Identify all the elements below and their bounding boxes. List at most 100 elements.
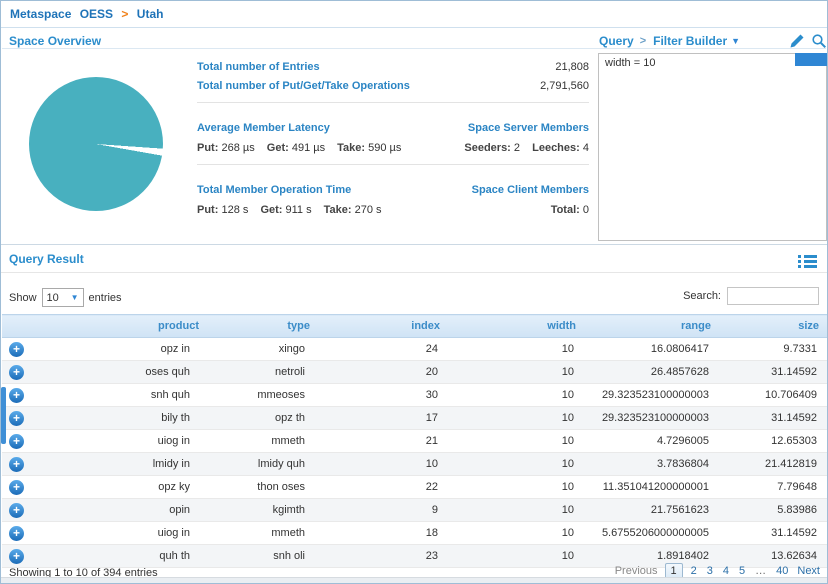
filter-builder-dropdown[interactable]: Filter Builder xyxy=(653,34,727,48)
cell-width: 10 xyxy=(449,522,585,545)
query-panel-header: Query > Filter Builder ▼ xyxy=(599,33,827,49)
expand-row-button[interactable]: + xyxy=(9,365,24,380)
breadcrumb-metaspace-label: Metaspace xyxy=(10,7,71,21)
expand-cell: + xyxy=(2,476,32,499)
page-size-select[interactable]: 10 ▼ xyxy=(42,288,84,307)
cell-width: 10 xyxy=(449,476,585,499)
cell-type: netroli xyxy=(208,361,319,384)
column-header-width[interactable]: width xyxy=(449,315,585,338)
entries-stat: Total number of Entries 21,808 xyxy=(197,57,589,76)
column-header-range[interactable]: range xyxy=(585,315,720,338)
query-result-title: Query Result xyxy=(9,252,84,266)
expand-row-button[interactable]: + xyxy=(9,411,24,426)
cell-width: 10 xyxy=(449,430,585,453)
operations-label: Total number of Put/Get/Take Operations xyxy=(197,80,410,92)
column-header-index[interactable]: index xyxy=(319,315,449,338)
breadcrumb-space-link[interactable]: OESS xyxy=(80,7,113,21)
horizontal-scrollbar-track[interactable] xyxy=(1,577,827,583)
cell-type: kgimth xyxy=(208,499,319,522)
expand-row-button[interactable]: + xyxy=(9,342,24,357)
stats-divider xyxy=(197,164,589,165)
expand-cell: + xyxy=(2,361,32,384)
cell-type: lmidy quh xyxy=(208,453,319,476)
cell-size: 5.83986 xyxy=(720,499,828,522)
latency-take-label: Take: xyxy=(337,142,365,154)
cell-index: 21 xyxy=(319,430,449,453)
expand-cell: + xyxy=(2,384,32,407)
chevron-down-icon[interactable]: ▼ xyxy=(731,36,740,46)
entries-suffix-label: entries xyxy=(89,292,122,304)
table-header-row: producttypeindexwidthrangesize xyxy=(2,315,828,338)
leeches-value: 4 xyxy=(583,142,589,154)
query-text-area[interactable]: width = 10 xyxy=(598,53,827,241)
cell-product: opz in xyxy=(32,338,208,361)
expand-row-button[interactable]: + xyxy=(9,503,24,518)
expand-row-button[interactable]: + xyxy=(9,457,24,472)
query-scrollbar-thumb[interactable] xyxy=(795,53,827,66)
search-icon[interactable] xyxy=(811,33,827,49)
expand-cell: + xyxy=(2,338,32,361)
list-icon[interactable] xyxy=(798,254,817,269)
operations-stat: Total number of Put/Get/Take Operations … xyxy=(197,76,589,95)
cell-width: 10 xyxy=(449,545,585,568)
cell-type: opz th xyxy=(208,407,319,430)
breadcrumb-separator-icon: > xyxy=(121,7,128,21)
cell-type: mmeth xyxy=(208,430,319,453)
optime-client-headings: Total Member Operation Time Space Client… xyxy=(197,175,589,199)
breadcrumb-member-link[interactable]: Utah xyxy=(137,7,164,21)
cell-size: 31.14592 xyxy=(720,522,828,545)
expand-row-button[interactable]: + xyxy=(9,526,24,541)
cell-range: 26.4857628 xyxy=(585,361,720,384)
edit-icon[interactable] xyxy=(789,33,805,49)
page-size-control: Show 10 ▼ entries xyxy=(9,288,122,307)
pagination-next-button[interactable]: Next xyxy=(797,565,820,577)
optime-put-value: 128 s xyxy=(221,204,248,216)
query-result-table: producttypeindexwidthrangesize +opz inxi… xyxy=(2,314,828,568)
search-input[interactable] xyxy=(727,287,819,305)
cell-type: mmeoses xyxy=(208,384,319,407)
column-header-size[interactable]: size xyxy=(720,315,828,338)
stats-divider xyxy=(197,102,589,103)
cell-size: 10.706409 xyxy=(720,384,828,407)
expand-cell: + xyxy=(2,499,32,522)
expand-row-button[interactable]: + xyxy=(9,388,24,403)
optime-take-value: 270 s xyxy=(355,204,382,216)
page-size-value: 10 xyxy=(47,292,59,304)
server-members-values: Seeders: 2 Leeches: 4 xyxy=(464,139,589,157)
cell-size: 21.412819 xyxy=(720,453,828,476)
cell-type: thon oses xyxy=(208,476,319,499)
seeders-label: Seeders: xyxy=(464,142,510,154)
table-row: +opinkgimth91021.75616235.83986 xyxy=(2,499,828,522)
cell-width: 10 xyxy=(449,407,585,430)
cell-range: 3.7836804 xyxy=(585,453,720,476)
expand-row-button[interactable]: + xyxy=(9,549,24,564)
client-total-label: Total: xyxy=(551,204,580,216)
cell-size: 31.14592 xyxy=(720,407,828,430)
pagination-previous-button[interactable]: Previous xyxy=(615,565,658,577)
vertical-scrollbar-thumb[interactable] xyxy=(1,387,6,444)
column-header-type[interactable]: type xyxy=(208,315,319,338)
expand-row-button[interactable]: + xyxy=(9,480,24,495)
section-divider xyxy=(1,244,827,245)
leeches-label: Leeches: xyxy=(532,142,580,154)
search-control: Search: xyxy=(683,287,819,305)
expand-row-button[interactable]: + xyxy=(9,434,24,449)
entries-value: 21,808 xyxy=(555,61,589,73)
cell-width: 10 xyxy=(449,384,585,407)
cell-range: 4.7296005 xyxy=(585,430,720,453)
cell-index: 22 xyxy=(319,476,449,499)
column-header-product[interactable]: product xyxy=(32,315,208,338)
expand-cell: + xyxy=(2,545,32,568)
cell-index: 23 xyxy=(319,545,449,568)
optime-client-values: Put: 128 s Get: 911 s Take: 270 s Total:… xyxy=(197,201,589,219)
space-usage-pie-chart xyxy=(29,77,163,211)
cell-product: lmidy in xyxy=(32,453,208,476)
expand-cell: + xyxy=(2,522,32,545)
client-total-value: 0 xyxy=(583,204,589,216)
query-toolbar xyxy=(789,33,827,49)
client-members-values: Total: 0 xyxy=(551,201,589,219)
latency-server-values: Put: 268 µs Get: 491 µs Take: 590 µs See… xyxy=(197,139,589,157)
cell-product: quh th xyxy=(32,545,208,568)
table-row: +opz kython oses221011.3510412000000017.… xyxy=(2,476,828,499)
table-row: +bily thopz th171029.32352310000000331.1… xyxy=(2,407,828,430)
